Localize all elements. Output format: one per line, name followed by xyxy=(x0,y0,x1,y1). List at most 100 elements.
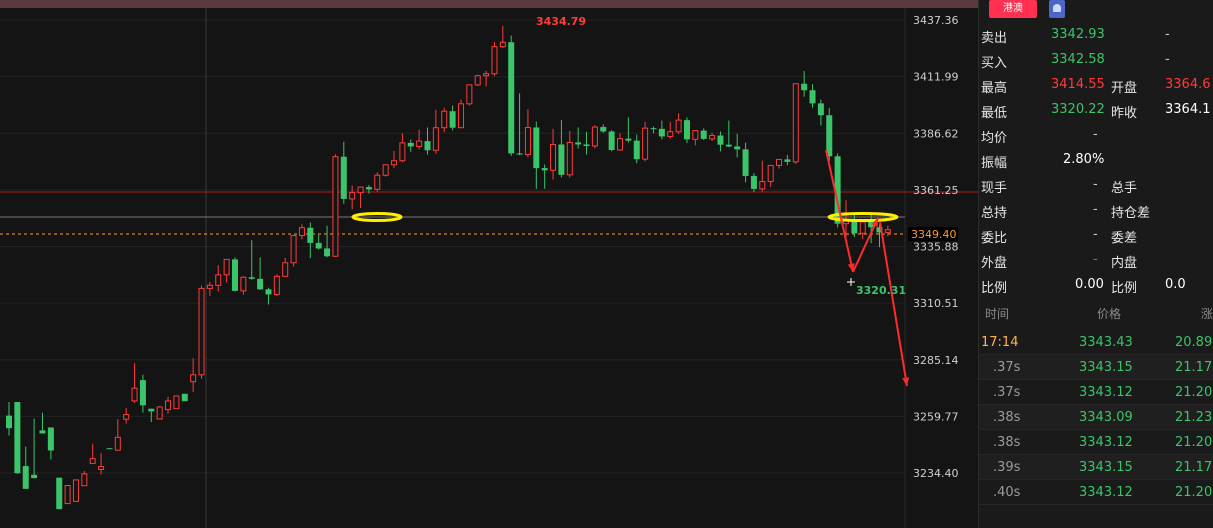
quote-label: 比例 xyxy=(981,281,1008,296)
candle xyxy=(407,139,414,152)
candle xyxy=(717,131,724,152)
quote-value: - xyxy=(1093,127,1098,142)
candle xyxy=(374,172,381,192)
quote-value: 3342.58 xyxy=(1051,52,1105,67)
bell-icon[interactable] xyxy=(1049,0,1065,18)
candle xyxy=(357,186,364,209)
candle xyxy=(801,71,808,97)
candle xyxy=(591,125,598,149)
ticks-header-change: 涨 xyxy=(1201,307,1213,321)
candle xyxy=(625,117,632,143)
candle xyxy=(114,419,121,451)
tick-price: 3343.12 xyxy=(1079,385,1133,400)
candle xyxy=(340,141,347,204)
candle xyxy=(558,119,565,178)
ticks-header-price: 价格 xyxy=(1097,307,1122,321)
candle xyxy=(391,150,398,169)
candlestick-chart[interactable]: 3437.36 3411.99 3386.62 3361.25 3335.88 3310.… xyxy=(0,8,978,528)
tick-price: 3343.43 xyxy=(1079,335,1133,350)
candle xyxy=(257,257,264,290)
candle xyxy=(332,154,339,257)
tick-price: 3343.15 xyxy=(1079,460,1133,475)
candle xyxy=(734,133,741,158)
candles xyxy=(6,25,891,510)
tick-row: .37s 3343.12 21.20 xyxy=(979,380,1213,405)
candle xyxy=(483,70,490,87)
candle xyxy=(700,128,707,140)
candle xyxy=(750,173,757,192)
candle xyxy=(206,281,213,297)
candle xyxy=(424,127,431,155)
tick-row: .39s 3343.15 21.17 xyxy=(979,455,1213,480)
quote-row: 最低 3320.22 昨收 3364.1 xyxy=(979,98,1213,123)
quote-value: 3342.93 xyxy=(1051,27,1105,42)
candle xyxy=(583,131,590,155)
tick-change: 21.20 xyxy=(1175,485,1213,500)
tick-price: 3343.09 xyxy=(1079,410,1133,425)
candle xyxy=(273,274,280,297)
quote-row: 委比 - 委差 xyxy=(979,223,1213,248)
candle xyxy=(617,133,624,151)
y-axis-label: 3411.99 xyxy=(913,71,959,84)
candle xyxy=(72,479,79,502)
candle xyxy=(223,258,230,283)
tick-change: 21.23 xyxy=(1175,410,1213,425)
candle xyxy=(776,158,783,169)
candle xyxy=(181,393,188,402)
y-axis-label: 3335.88 xyxy=(913,241,959,254)
tick-change: 21.20 xyxy=(1175,435,1213,450)
chart-overlays xyxy=(351,149,910,387)
candle xyxy=(131,363,138,403)
quote-row: 最高 3414.55 开盘 3364.6 xyxy=(979,73,1213,98)
quote-row: 买入 3342.58 - xyxy=(979,48,1213,73)
svg-text:3349.40: 3349.40 xyxy=(911,228,957,241)
quote-row: 现手 - 总手 xyxy=(979,173,1213,198)
candle xyxy=(47,427,54,460)
ticks-header-time: 时间 xyxy=(985,307,1010,321)
quote-label-2: 比例 xyxy=(1111,281,1138,296)
tick-time: 17:14 xyxy=(981,335,1019,350)
candle xyxy=(173,395,180,410)
candle xyxy=(156,406,163,420)
candle xyxy=(675,113,682,135)
candle xyxy=(859,221,866,240)
tick-time: .39s xyxy=(993,460,1021,475)
candle xyxy=(449,105,456,131)
candle xyxy=(608,130,615,152)
y-axis-labels: 3437.36 3411.99 3386.62 3361.25 3335.88 3310.… xyxy=(913,14,959,480)
quote-value: 0.00 xyxy=(1075,277,1104,292)
y-axis-label: 3285.14 xyxy=(913,354,959,367)
candle xyxy=(725,120,732,148)
candle xyxy=(298,224,305,240)
candle xyxy=(742,142,749,183)
candle xyxy=(650,126,657,134)
candle xyxy=(382,164,389,177)
y-axis-label: 3310.51 xyxy=(913,297,959,310)
quote-label: 振幅 xyxy=(981,156,1008,171)
candle xyxy=(190,358,197,392)
tick-time: .40s xyxy=(993,485,1021,500)
quote-label: 外盘 xyxy=(981,256,1008,271)
candle xyxy=(524,109,531,158)
tick-time: .37s xyxy=(993,385,1021,400)
candle xyxy=(22,446,29,489)
quote-value: - xyxy=(1093,177,1098,192)
quote-row: 卖出 3342.93 - xyxy=(979,23,1213,48)
candle xyxy=(499,25,506,49)
candle xyxy=(290,235,297,267)
quote-label-2: 开盘 xyxy=(1111,81,1138,96)
tick-row: 17:14 3343.43 20.89 xyxy=(979,330,1213,355)
candle xyxy=(324,225,331,258)
market-badge[interactable]: 港澳 xyxy=(989,0,1037,18)
candle xyxy=(148,408,155,423)
candle xyxy=(139,374,146,413)
candle xyxy=(39,412,46,434)
quote-label: 最高 xyxy=(981,81,1008,96)
y-axis-label: 3437.36 xyxy=(913,14,959,27)
tick-price: 3343.15 xyxy=(1079,360,1133,375)
quote-value-right: - xyxy=(1165,52,1170,67)
quote-label: 均价 xyxy=(981,131,1008,146)
y-axis-label: 3361.25 xyxy=(913,184,959,197)
candle xyxy=(282,257,289,277)
candle xyxy=(416,129,423,150)
